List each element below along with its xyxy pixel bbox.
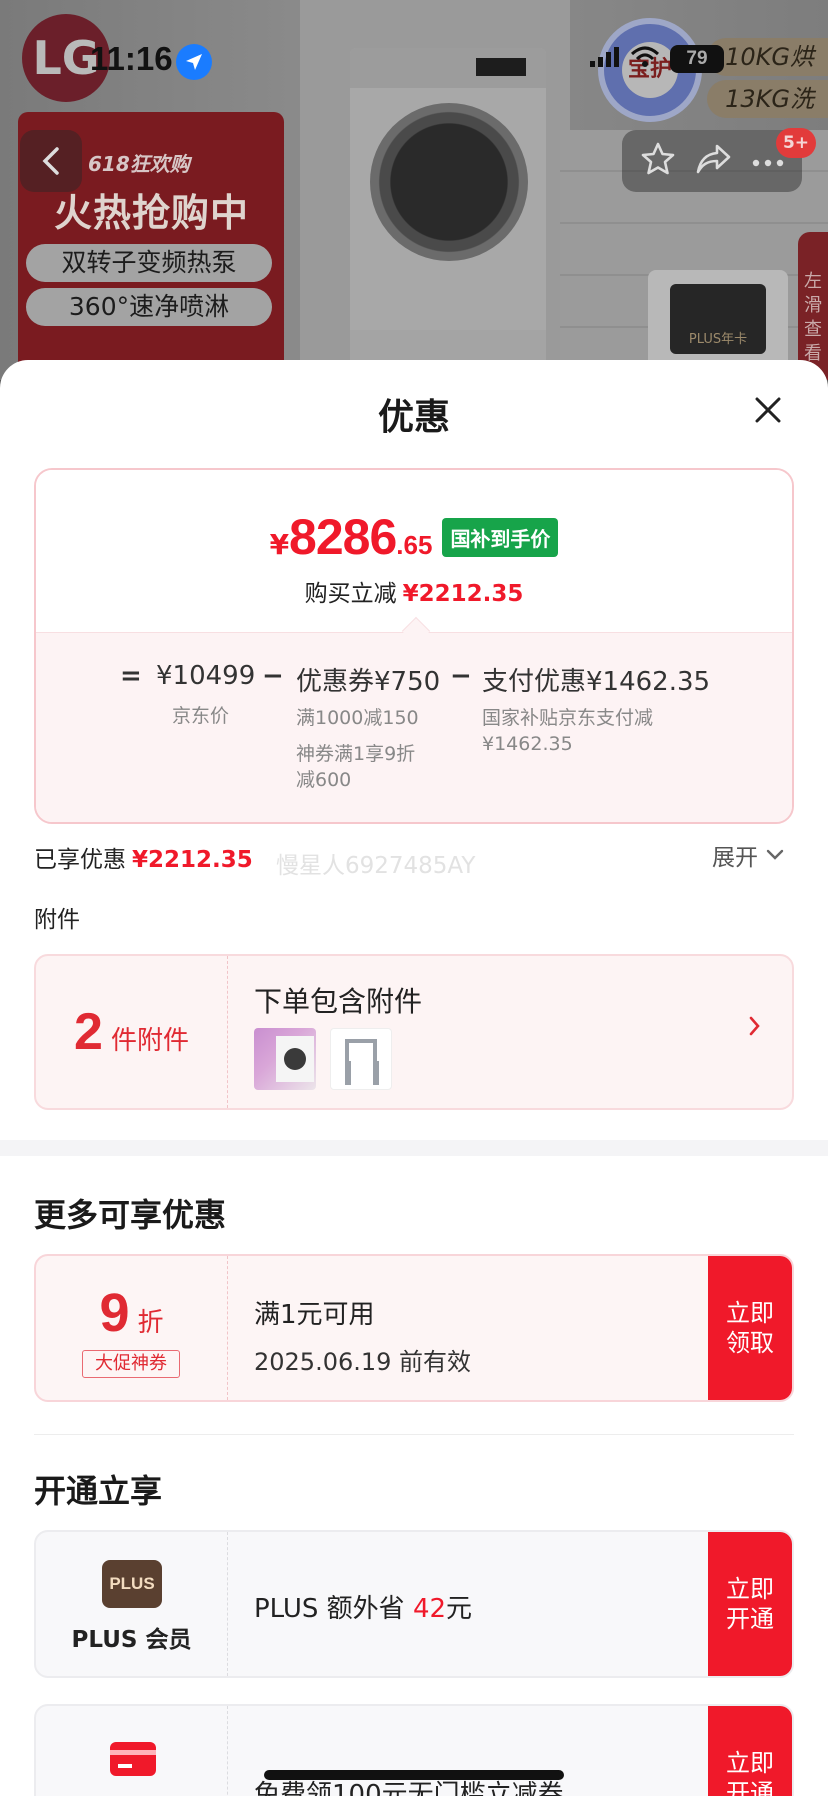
more-icon[interactable] — [752, 152, 784, 171]
accessories-card[interactable]: 2 件附件 下单包含附件 — [34, 954, 794, 1110]
message-badge: 5+ — [776, 128, 816, 158]
coupon-tag: 大促神券 — [82, 1350, 180, 1378]
minus-sign-2: − — [450, 661, 472, 691]
coupon-sub-3: 减600 — [296, 769, 352, 791]
accessories-title: 下单包含附件 — [254, 985, 423, 1018]
jd-price-label: 京东价 — [172, 705, 230, 727]
dryer-panel — [350, 48, 546, 88]
plus-member-name: PLUS 会员 — [71, 1627, 192, 1653]
sheet-title: 优惠 — [377, 397, 450, 438]
coupon-discount: 优惠券¥750 — [296, 667, 441, 697]
accessory-thumbnail-dryer — [254, 1028, 316, 1090]
payment-discount: 支付优惠¥1462.35 — [482, 667, 711, 697]
promo-pill-2: 360°速净喷淋 — [26, 288, 272, 326]
chevron-down-icon — [766, 849, 784, 860]
coupon-condition: 满1元可用 — [254, 1300, 375, 1330]
section-divider — [0, 1140, 828, 1156]
claim-coupon-button[interactable]: 立即领取 — [708, 1256, 792, 1400]
expand-button[interactable]: 展开 — [712, 838, 784, 872]
instant-reduction: 购买立减 ¥2212.35 — [36, 574, 792, 608]
plus-card-gift: PLUS年卡 — [648, 270, 788, 370]
price-integer: 8286 — [289, 509, 397, 565]
enjoyed-value: ¥2212.35 — [132, 847, 253, 873]
coupon-value: 9 折 大促神券 — [36, 1256, 228, 1400]
coupon-sub-2: 神券满1享9折 — [296, 743, 416, 765]
plus-saving-prefix: PLUS 额外省 — [254, 1594, 405, 1624]
enjoyed-discount: 已享优惠 ¥2212.35 — [34, 840, 253, 874]
wifi-icon — [630, 46, 660, 72]
signal-icon — [590, 47, 620, 71]
status-time: 11:16 — [90, 40, 173, 77]
price-card: ¥ 8286 .65 国补到手价 购买立减 ¥2212.35 = ¥10499 京… — [34, 468, 794, 824]
battery-indicator: 79 — [670, 45, 724, 73]
plus-saving-text: PLUS 额外省 42元 — [254, 1588, 472, 1625]
chevron-right-icon — [749, 1016, 760, 1036]
price-breakdown: = ¥10499 京东价 − 优惠券¥750 满1000减150 神券满1享9折… — [36, 632, 792, 822]
accessory-count-unit: 件附件 — [110, 1026, 189, 1056]
subsidy-price-tag: 国补到手价 — [442, 517, 559, 557]
accessory-thumbnail-stand — [330, 1028, 392, 1090]
open-plus-label: 立即开通 — [726, 1575, 774, 1633]
price-summary: ¥ 8286 .65 国补到手价 购买立减 ¥2212.35 — [36, 470, 792, 632]
favorite-star-icon[interactable] — [640, 141, 676, 181]
card-offer-badge — [36, 1706, 228, 1796]
dryer-display — [476, 58, 526, 76]
payment-sub-2: ¥1462.35 — [482, 733, 573, 755]
accessory-count: 2 件附件 — [36, 956, 228, 1108]
divider-line — [34, 1434, 794, 1435]
watermark-text: 慢星人6927485AY — [276, 853, 476, 879]
plus-member-offer: PLUS PLUS 会员 PLUS 额外省 42元 立即开通 — [34, 1530, 794, 1678]
promo-title: 火热抢购中 — [54, 191, 250, 235]
capacity-tag-dry: 10KG烘 — [707, 38, 828, 76]
claim-coupon-label: 立即领取 — [726, 1299, 774, 1357]
plus-saving-amount: 42 — [412, 1594, 447, 1624]
plus-logo: PLUS — [102, 1560, 162, 1608]
expand-label: 展开 — [712, 845, 758, 871]
close-icon — [755, 397, 781, 423]
coupon-sub-1: 满1000减150 — [296, 707, 419, 729]
open-card-button[interactable]: 立即开通 — [708, 1706, 792, 1796]
price-currency: ¥ — [269, 528, 290, 561]
status-icons: 79 — [590, 44, 724, 74]
share-icon[interactable] — [695, 142, 733, 180]
reduction-label: 购买立减 — [304, 581, 397, 607]
open-card-label: 立即开通 — [726, 1749, 774, 1796]
accessory-count-number: 2 — [74, 1003, 103, 1061]
side-swipe-strip[interactable]: 左滑查看 — [798, 232, 828, 380]
top-actions — [622, 130, 802, 192]
coupon-validity: 2025.06.19 前有效 — [254, 1348, 472, 1376]
more-offers-title: 更多可享优惠 — [34, 1196, 227, 1234]
jd-price: ¥10499 — [156, 661, 256, 691]
discount-sheet: 优惠 ¥ 8286 .65 国补到手价 购买立减 ¥2212.35 = ¥1049… — [0, 360, 828, 1796]
plus-saving-suffix: 元 — [446, 1594, 473, 1624]
dryer-door — [370, 103, 528, 261]
open-enjoy-title: 开通立享 — [34, 1472, 163, 1510]
home-indicator[interactable] — [264, 1770, 564, 1780]
coupon-discount-number: 9 — [99, 1283, 130, 1343]
capacity-tag-wash: 13KG洗 — [707, 80, 828, 118]
plus-card-label: PLUS年卡 — [670, 284, 766, 354]
close-button[interactable] — [748, 390, 788, 430]
promo-event: 618狂欢购 — [88, 152, 190, 176]
card-offer: 免费领100元无门槛立减券 立即开通 — [34, 1704, 794, 1796]
open-plus-button[interactable]: 立即开通 — [708, 1532, 792, 1676]
promo-pill-1: 双转子变频热泵 — [26, 244, 272, 282]
side-strip-text: 左滑查看 — [804, 271, 822, 364]
nine-discount-coupon: 9 折 大促神券 满1元可用 2025.06.19 前有效 立即领取 — [34, 1254, 794, 1402]
equals-sign: = — [120, 661, 142, 691]
dryer-image — [350, 48, 546, 348]
price-decimal: .65 — [396, 530, 433, 560]
credit-card-icon — [110, 1742, 156, 1776]
chevron-left-icon — [42, 147, 59, 175]
reduction-value: ¥2212.35 — [402, 581, 524, 607]
final-price: ¥ 8286 .65 国补到手价 — [36, 508, 792, 566]
minus-sign-1: − — [262, 661, 284, 691]
coupon-discount-unit: 折 — [137, 1308, 164, 1338]
enjoyed-label: 已享优惠 — [34, 847, 126, 873]
accessories-section-label: 附件 — [34, 907, 80, 933]
payment-sub-1: 国家补贴京东支付减 — [482, 707, 654, 729]
plus-member-badge: PLUS PLUS 会员 — [36, 1532, 228, 1676]
back-button[interactable] — [20, 130, 82, 192]
location-icon — [176, 44, 212, 80]
